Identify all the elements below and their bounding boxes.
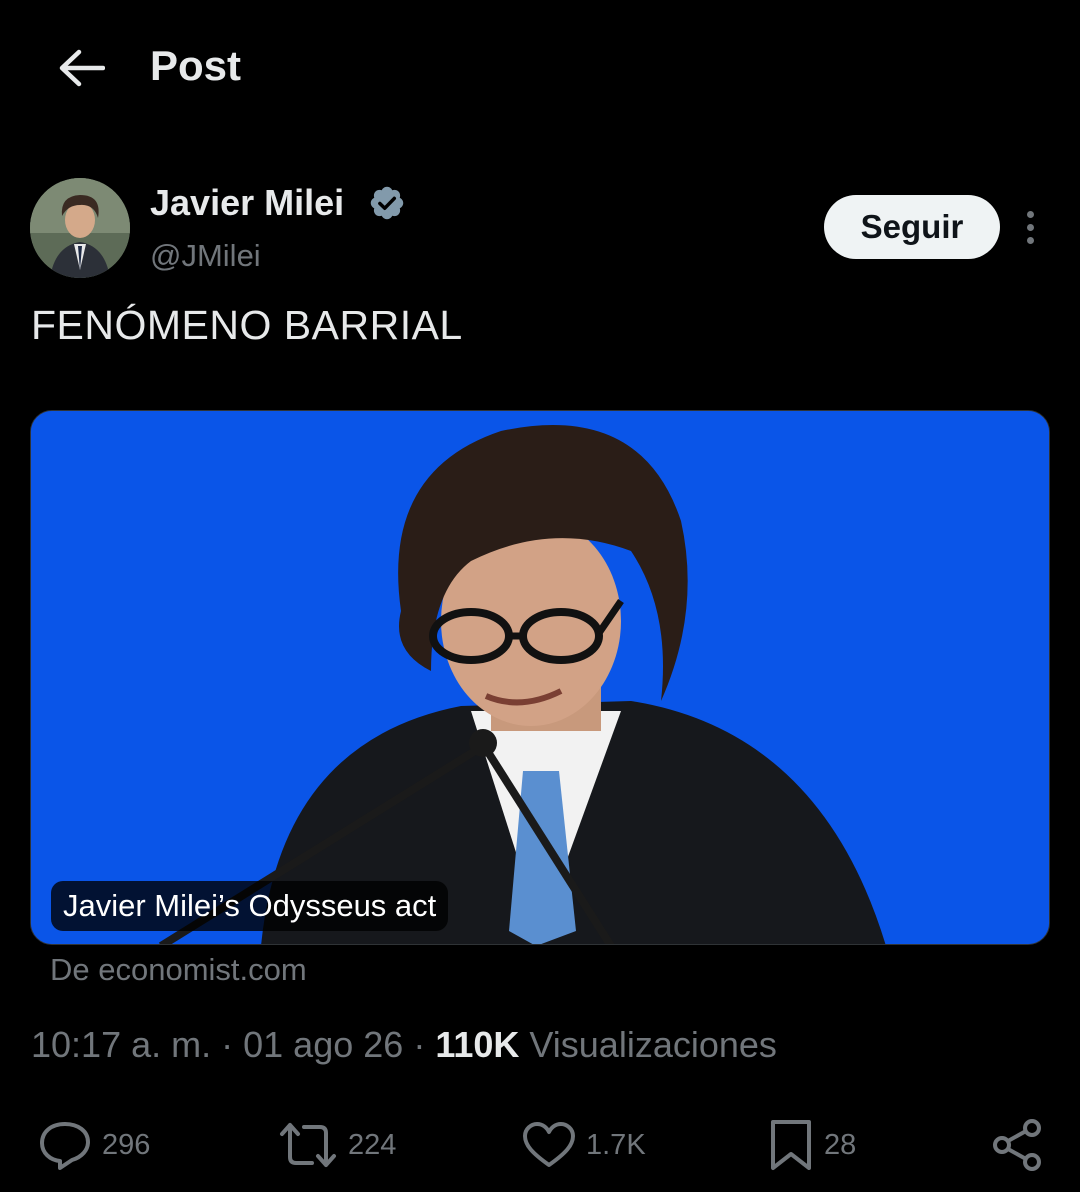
- avatar-image: [30, 178, 130, 278]
- author-name[interactable]: Javier Milei: [150, 182, 344, 224]
- bookmark-count: 28: [824, 1128, 857, 1161]
- top-bar: Post: [0, 0, 1080, 145]
- arrow-left-icon: [59, 49, 105, 87]
- more-vertical-icon: [1026, 210, 1034, 218]
- engagement-bar: 296 224 1.7K 28: [0, 1110, 1080, 1180]
- like-button[interactable]: 1.7K: [522, 1110, 646, 1180]
- views-label[interactable]: Visualizaciones: [529, 1024, 776, 1065]
- repost-button[interactable]: 224: [278, 1110, 396, 1180]
- page-title: Post: [150, 42, 242, 89]
- reply-button[interactable]: 296: [38, 1110, 150, 1180]
- separator: ·: [221, 1024, 234, 1065]
- more-options-button[interactable]: [1014, 205, 1046, 249]
- reply-count: 296: [102, 1128, 151, 1161]
- share-button[interactable]: [990, 1110, 1044, 1180]
- post-time[interactable]: 10:17 a. m.: [31, 1024, 211, 1065]
- share-icon: [993, 1119, 1041, 1171]
- repost-icon: [280, 1123, 336, 1167]
- views-count[interactable]: 110K: [435, 1024, 519, 1065]
- heart-icon: [523, 1122, 575, 1167]
- author-handle[interactable]: @JMilei: [150, 238, 261, 274]
- verified-badge-icon: [370, 186, 404, 220]
- link-card[interactable]: Javier Milei’s Odysseus act: [30, 410, 1050, 945]
- post-meta: 10:17 a. m. · 01 ago 26 · 110K Visualiza…: [31, 1024, 777, 1066]
- post-date[interactable]: 01 ago 26: [243, 1024, 403, 1065]
- card-image: [31, 411, 1049, 944]
- avatar[interactable]: [30, 178, 130, 278]
- reply-icon: [40, 1122, 90, 1170]
- like-count: 1.7K: [586, 1128, 646, 1161]
- source-link[interactable]: De economist.com: [50, 952, 307, 988]
- follow-button[interactable]: Seguir: [824, 195, 1000, 259]
- card-caption: Javier Milei’s Odysseus act: [51, 881, 449, 931]
- post-text: FENÓMENO BARRIAL: [31, 302, 463, 348]
- repost-count: 224: [348, 1128, 397, 1161]
- bookmark-button[interactable]: 28: [768, 1110, 856, 1180]
- bookmark-icon: [771, 1120, 811, 1170]
- separator: ·: [413, 1024, 426, 1065]
- back-button[interactable]: [52, 40, 110, 96]
